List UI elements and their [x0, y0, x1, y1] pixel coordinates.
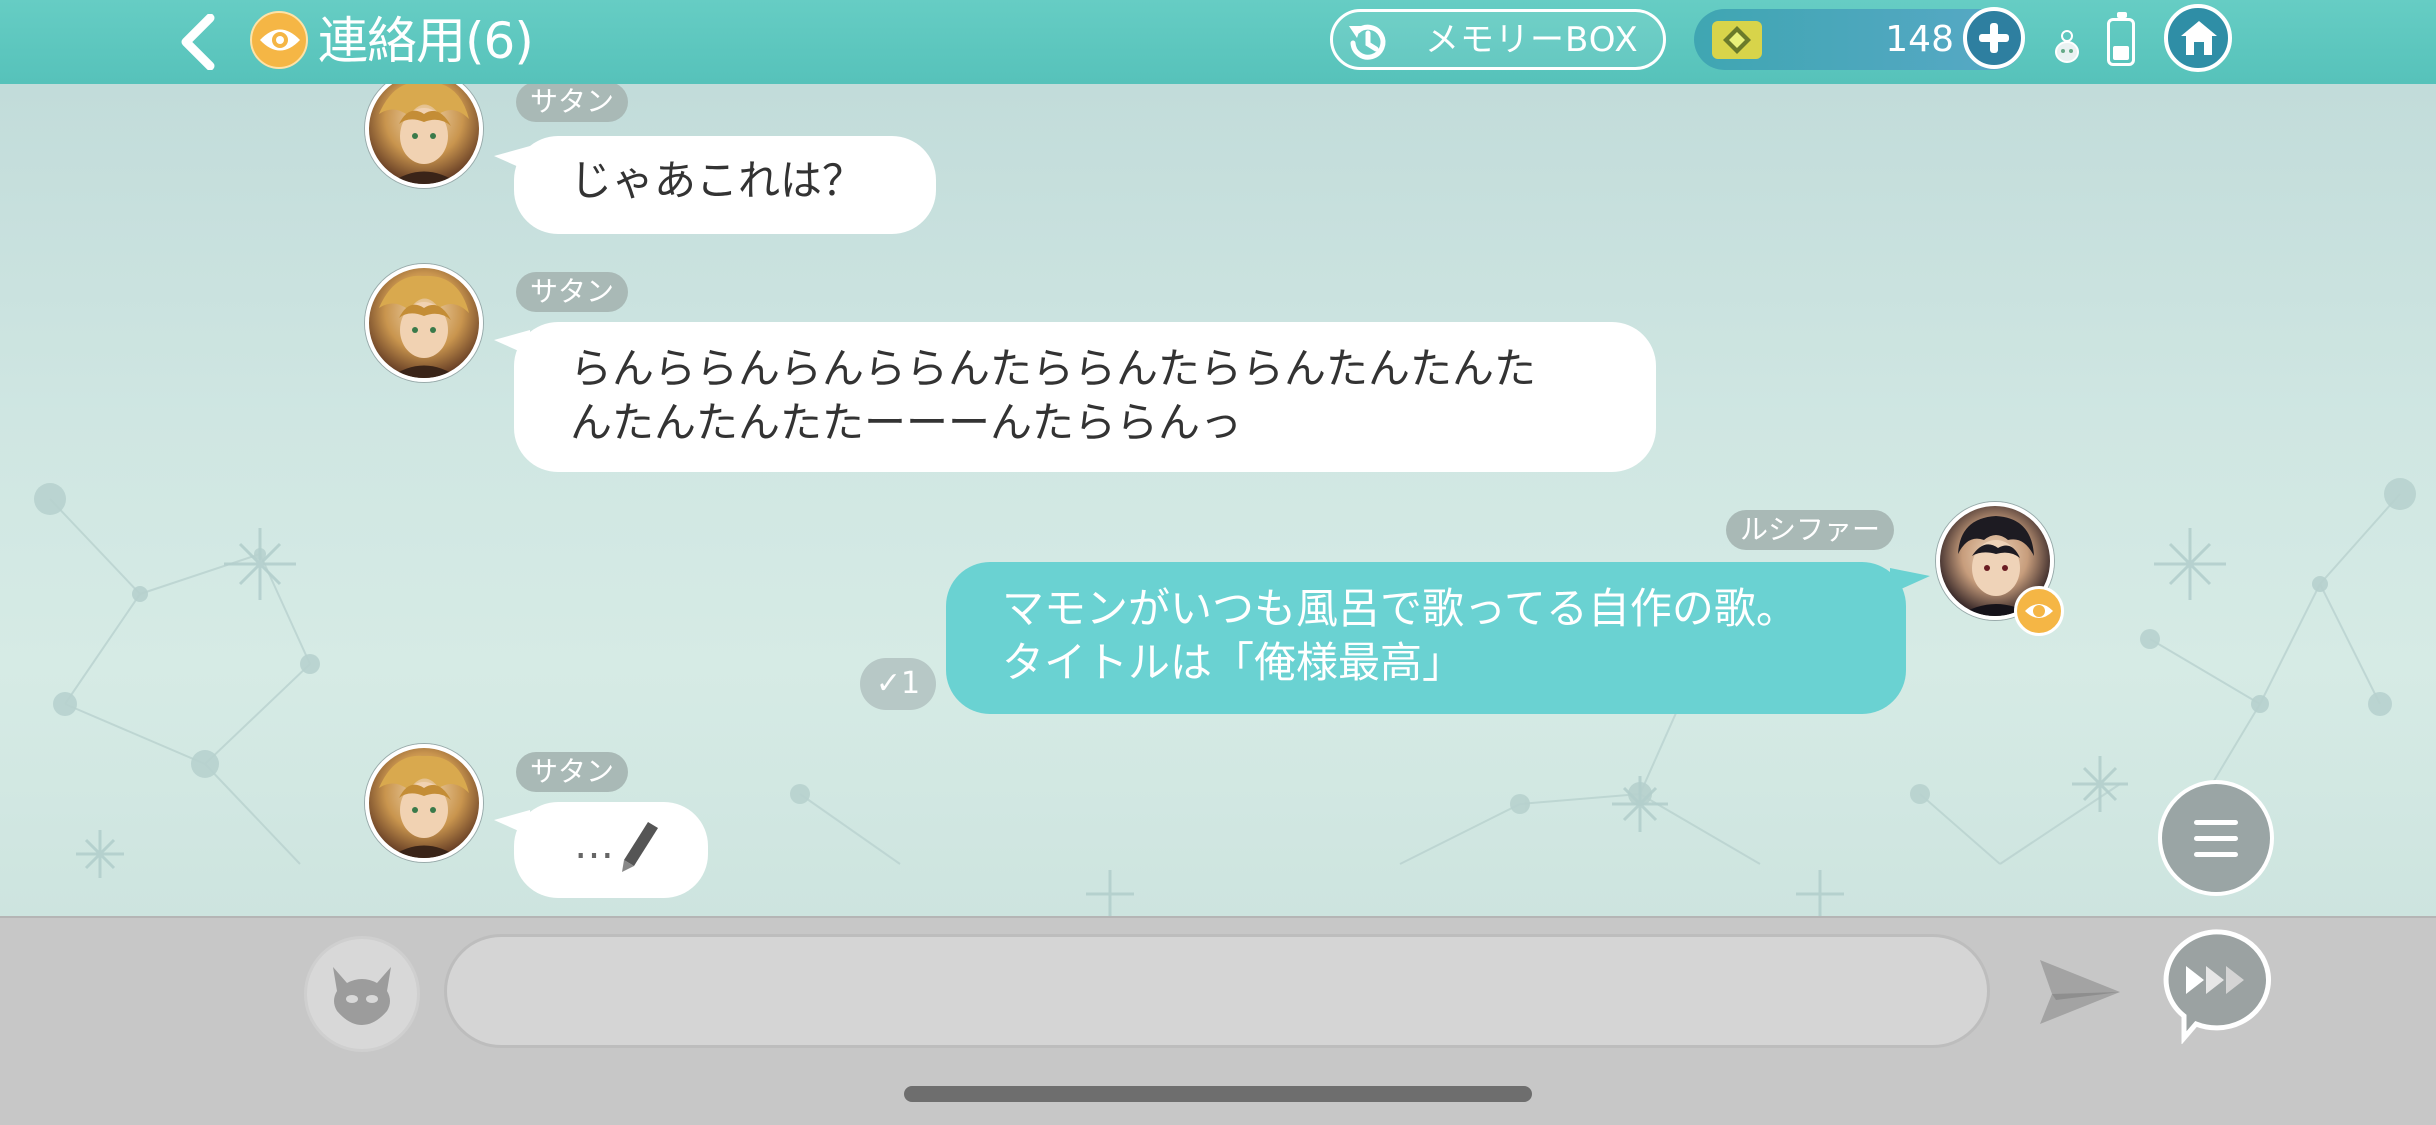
message-input[interactable] — [444, 934, 1990, 1048]
chevron-left-icon — [181, 13, 215, 71]
bubble-tail — [494, 330, 530, 356]
back-button[interactable] — [176, 13, 220, 71]
message-bubble: らんららんらんららんたららんたららんたんたんた んたんたんたたーーーんたららんっ — [514, 322, 1656, 472]
menu-button[interactable] — [2158, 780, 2274, 896]
message-text-line: らんららんらんららんたららんたららんたんたんた — [570, 344, 1537, 393]
bubble-tail — [1890, 568, 1930, 594]
satan-avatar[interactable] — [365, 264, 483, 382]
battery-icon — [2107, 12, 2135, 66]
memory-box-label: メモリーBOX — [1425, 20, 1639, 60]
message-text-line: んたんたんたたーーーんたららんっ — [570, 398, 1243, 447]
typing-indicator-text: … — [574, 822, 614, 868]
stamp-button[interactable] — [304, 936, 420, 1052]
devil-face-icon — [333, 967, 391, 1025]
input-bar — [0, 916, 2436, 1125]
top-bar: 連絡用(6) メモリーBOX 148 — [0, 0, 2436, 84]
history-icon — [1345, 20, 1391, 70]
eye-icon — [250, 11, 308, 69]
sender-name-tag: サタン — [516, 752, 629, 792]
message-text: じゃあこれは？ — [570, 156, 865, 205]
message-bubble: じゃあこれは？ — [514, 136, 936, 234]
chat-area[interactable]: サタン じゃあこれは？ サタン らんららんらんららんたららんたららんたんたんた … — [0, 84, 2436, 916]
fast-forward-icon[interactable] — [2154, 926, 2272, 1044]
gem-icon — [1712, 21, 1762, 59]
gem-count: 148 — [1885, 19, 1954, 60]
satan-avatar[interactable] — [365, 744, 483, 862]
mascot-icon — [2055, 30, 2079, 63]
sender-name-tag: サタン — [516, 272, 629, 312]
paper-plane-icon[interactable] — [2036, 954, 2122, 1030]
satan-avatar[interactable] — [365, 84, 483, 188]
eye-icon — [2025, 604, 2053, 618]
sender-name-tag: サタン — [516, 84, 629, 122]
home-indicator[interactable] — [904, 1086, 1532, 1102]
read-receipt: ✓1 — [860, 658, 936, 710]
eye-badge — [2014, 586, 2064, 636]
bubble-tail — [494, 146, 530, 172]
bubble-tail — [494, 810, 530, 836]
message-bubble-mine: マモンがいつも風呂で歌ってる自作の歌。 タイトルは「俺様最高」 — [946, 562, 1906, 714]
home-button[interactable] — [2164, 4, 2232, 72]
add-gems-button[interactable] — [1963, 7, 2025, 69]
chat-title: 連絡用(6) — [318, 12, 534, 70]
memory-box-button[interactable]: メモリーBOX — [1330, 9, 1666, 70]
home-icon — [2181, 21, 2217, 55]
message-text-line: タイトルは「俺様最高」 — [1002, 638, 1465, 687]
sender-name-tag: ルシファー — [1726, 510, 1895, 550]
pencil-icon — [622, 822, 658, 872]
message-text-line: マモンがいつも風呂で歌ってる自作の歌。 — [1002, 584, 1798, 633]
